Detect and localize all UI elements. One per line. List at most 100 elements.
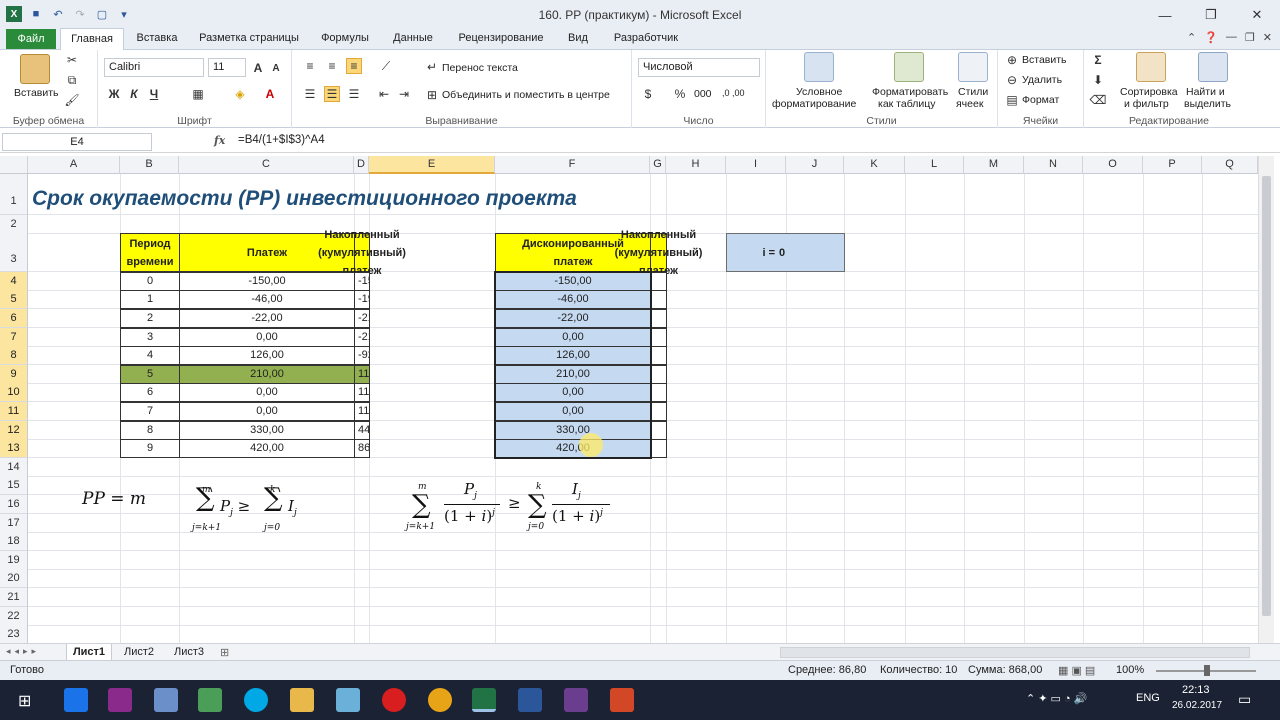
- tab-review[interactable]: Рецензирование: [450, 28, 552, 50]
- worksheet-grid[interactable]: A B C D E F G H I J K L M N O P Q 1 2 3 4 5 6 7 8 9 10 11 12 13 14 15 16…: [0, 156, 1258, 643]
- insert-function-icon[interactable]: fx: [214, 134, 225, 147]
- period-cell[interactable]: 9: [120, 439, 180, 459]
- conditional-formatting-label-2[interactable]: форматирование: [772, 98, 856, 110]
- name-box[interactable]: E4: [2, 133, 152, 151]
- tray-icons[interactable]: ⌃ ✦ ▭ ◔ 🔊: [1026, 692, 1087, 705]
- grow-font-icon[interactable]: A: [250, 60, 266, 76]
- find-select-icon[interactable]: [1198, 52, 1228, 82]
- align-right-icon[interactable]: ☰: [346, 86, 362, 102]
- payment-cell[interactable]: 0,00: [179, 383, 355, 403]
- restore-workbook-icon[interactable]: ❐: [1245, 31, 1255, 44]
- column-header-N[interactable]: N: [1024, 156, 1083, 174]
- formula-input[interactable]: =B4/(1+$I$3)^A4: [238, 134, 325, 146]
- row-header-4[interactable]: 4: [0, 271, 28, 291]
- notes-icon[interactable]: [336, 688, 360, 712]
- period-cell[interactable]: 4: [120, 346, 180, 366]
- row-header-5[interactable]: 5: [0, 290, 28, 310]
- cumulative-discounted-cell[interactable]: [650, 439, 667, 459]
- align-center-icon[interactable]: ☰: [324, 86, 340, 102]
- autosum-icon[interactable]: Σ: [1090, 52, 1106, 68]
- row-header-22[interactable]: 22: [0, 606, 28, 626]
- font-name-select[interactable]: Calibri: [104, 58, 204, 77]
- word-icon[interactable]: [518, 688, 542, 712]
- view-buttons-icon[interactable]: ▦ ▣ ▤: [1058, 664, 1095, 677]
- cell-styles-icon[interactable]: [958, 52, 988, 82]
- number-format-select[interactable]: Числовой: [638, 58, 760, 77]
- payment-cell[interactable]: -150,00: [179, 271, 355, 291]
- tab-home[interactable]: Главная: [60, 28, 124, 51]
- fill-color-icon[interactable]: ◈: [232, 86, 248, 102]
- row-header-6[interactable]: 6: [0, 309, 28, 328]
- format-as-table-label-1[interactable]: Форматировать: [872, 86, 948, 98]
- close-workbook-icon[interactable]: ✕: [1263, 31, 1272, 44]
- chrome-icon[interactable]: [428, 688, 452, 712]
- zoom-level[interactable]: 100%: [1116, 664, 1144, 676]
- sort-filter-label-1[interactable]: Сортировка: [1120, 86, 1178, 98]
- zoom-slider-thumb[interactable]: [1204, 665, 1210, 676]
- restore-button[interactable]: ❐: [1188, 0, 1234, 30]
- column-header-L[interactable]: L: [905, 156, 964, 174]
- cumulative-cell[interactable]: -218,00: [354, 309, 370, 328]
- currency-icon[interactable]: $: [640, 86, 656, 102]
- opera-icon[interactable]: [382, 688, 406, 712]
- payment-cell[interactable]: 330,00: [179, 420, 355, 440]
- fill-icon[interactable]: ⬇: [1090, 72, 1106, 88]
- row-header-2[interactable]: 2: [0, 214, 28, 234]
- period-cell[interactable]: 0: [120, 271, 180, 291]
- powerpoint-icon[interactable]: [610, 688, 634, 712]
- conditional-formatting-icon[interactable]: [804, 52, 834, 82]
- delete-cells-button[interactable]: Удалить: [1022, 74, 1062, 86]
- language-indicator[interactable]: ENG: [1136, 692, 1160, 704]
- tab-formulas[interactable]: Формулы: [314, 28, 376, 50]
- column-header-J[interactable]: J: [786, 156, 844, 174]
- cumulative-discounted-cell[interactable]: [650, 383, 667, 403]
- comma-style-icon[interactable]: 000: [694, 88, 712, 100]
- column-header-E[interactable]: E: [369, 156, 495, 174]
- wrap-text-icon[interactable]: ↵: [424, 59, 440, 75]
- row-header-17[interactable]: 17: [0, 513, 28, 533]
- cumulative-cell[interactable]: 448,00: [354, 420, 370, 440]
- row-header-14[interactable]: 14: [0, 457, 28, 477]
- underline-icon[interactable]: Ч: [146, 86, 162, 102]
- clear-icon[interactable]: ⌫: [1090, 92, 1107, 108]
- cumulative-cell[interactable]: -196,00: [354, 290, 370, 310]
- i-rate-value[interactable]: 0: [777, 244, 785, 262]
- insert-cells-icon[interactable]: ⊕: [1004, 52, 1020, 68]
- row-header-1[interactable]: 1: [0, 174, 28, 215]
- document-icon[interactable]: [154, 688, 178, 712]
- font-size-select[interactable]: 11: [208, 58, 246, 77]
- app-icon[interactable]: [108, 688, 132, 712]
- payment-cell[interactable]: 0,00: [179, 327, 355, 347]
- cumulative-cell[interactable]: 118,00: [354, 402, 370, 421]
- cumulative-discounted-cell[interactable]: [650, 420, 667, 440]
- cell-styles-label-2[interactable]: ячеек: [956, 98, 983, 110]
- decrease-indent-icon[interactable]: ⇤: [376, 86, 392, 102]
- row-header-15[interactable]: 15: [0, 476, 28, 496]
- column-header-F[interactable]: F: [495, 156, 650, 174]
- row-header-3[interactable]: 3: [0, 233, 28, 273]
- help-icon[interactable]: ❓: [1204, 31, 1218, 44]
- tab-data[interactable]: Данные: [384, 28, 442, 50]
- increase-indent-icon[interactable]: ⇥: [396, 86, 412, 102]
- tab-insert[interactable]: Вставка: [130, 28, 184, 50]
- row-header-8[interactable]: 8: [0, 346, 28, 366]
- column-header-A[interactable]: A: [28, 156, 120, 174]
- cumulative-cell[interactable]: 118,00: [354, 364, 370, 384]
- minimize-button[interactable]: —: [1142, 0, 1188, 30]
- sheet-tab-2[interactable]: Лист2: [116, 644, 162, 661]
- sort-filter-icon[interactable]: [1136, 52, 1166, 82]
- cumulative-cell[interactable]: 868,00: [354, 439, 370, 459]
- format-cells-button[interactable]: Формат: [1022, 94, 1059, 106]
- increase-decimal-icon[interactable]: ,0 ,00: [722, 88, 745, 98]
- bold-icon[interactable]: Ж: [106, 86, 122, 102]
- clock-date[interactable]: 26.02.2017: [1172, 700, 1222, 711]
- payment-cell[interactable]: -22,00: [179, 309, 355, 328]
- wrap-text-button[interactable]: Перенос текста: [442, 62, 518, 74]
- period-cell[interactable]: 6: [120, 383, 180, 403]
- insert-cells-button[interactable]: Вставить: [1022, 54, 1067, 66]
- align-top-icon[interactable]: ≡: [302, 58, 318, 74]
- cumulative-discounted-cell[interactable]: [650, 290, 667, 310]
- payment-cell[interactable]: 0,00: [179, 402, 355, 421]
- scroll-thumb[interactable]: [1262, 176, 1271, 616]
- cumulative-discounted-cell[interactable]: [650, 364, 667, 384]
